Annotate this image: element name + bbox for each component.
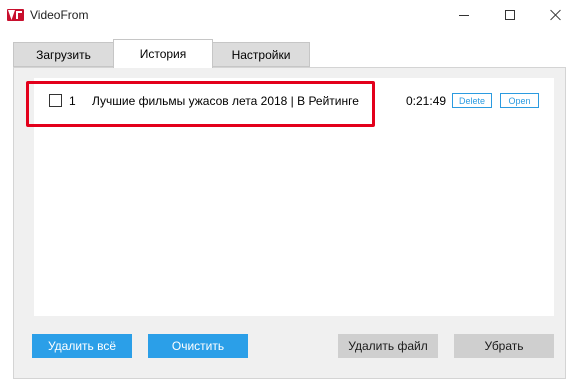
highlight-annotation [26,81,375,127]
delete-file-button[interactable]: Удалить файл [338,334,438,358]
maximize-icon [505,10,515,20]
minimize-icon [459,14,469,16]
remove-button[interactable]: Убрать [454,334,554,358]
app-logo-icon [7,9,24,21]
close-button[interactable] [533,0,579,30]
window-title: VideoFrom [30,8,89,22]
item-duration: 0:21:49 [406,94,447,108]
maximize-button[interactable] [487,0,533,30]
tab-upload[interactable]: Загрузить [13,42,114,67]
delete-all-button[interactable]: Удалить всё [32,334,132,358]
clear-button[interactable]: Очистить [148,334,248,358]
title-bar: VideoFrom [0,0,579,30]
item-open-button[interactable]: Open [500,93,539,108]
item-delete-button[interactable]: Delete [452,93,492,108]
minimize-button[interactable] [441,0,487,30]
tab-settings[interactable]: Настройки [212,42,310,67]
tab-history[interactable]: История [113,39,213,68]
close-icon [550,9,562,21]
